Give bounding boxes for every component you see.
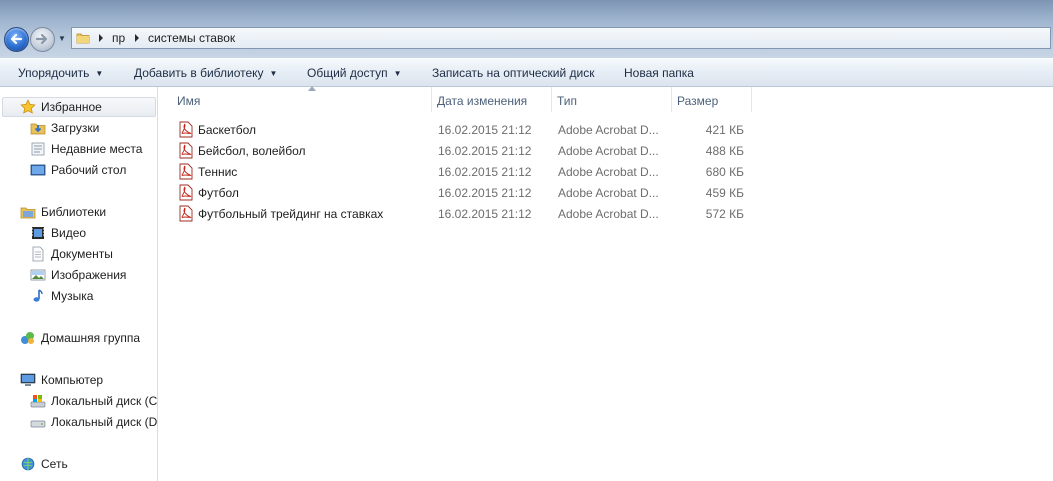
file-type: Adobe Acrobat D... (558, 186, 659, 200)
chevron-down-icon: ▼ (393, 69, 402, 78)
file-date: 16.02.2015 21:12 (438, 165, 532, 179)
new-folder-button[interactable]: Новая папка (624, 66, 694, 80)
music-note-icon (33, 289, 43, 302)
file-size: 572 КБ (705, 207, 744, 221)
file-type: Adobe Acrobat D... (558, 165, 659, 179)
column-header-label: Размер (677, 94, 719, 108)
nav-label: Библиотеки (41, 205, 107, 219)
downloads-folder-icon (30, 123, 46, 135)
column-header-date[interactable]: Дата изменения (432, 87, 552, 112)
file-date: 16.02.2015 21:12 (438, 123, 532, 137)
folder-icon (76, 33, 90, 44)
file-list: Имя Дата изменения Тип Размер Баскетбол … (159, 86, 1053, 481)
file-type: Adobe Acrobat D... (558, 144, 659, 158)
breadcrumb-item[interactable]: пр (112, 31, 125, 45)
command-bar: Упорядочить ▼ Добавить в библиотеку ▼ Общи… (0, 58, 1053, 87)
file-name: Футбольный трейдинг на ставках (198, 207, 384, 221)
nav-label: Рабочий стол (51, 163, 127, 177)
file-name: Баскетбол (198, 123, 256, 137)
documents-icon (32, 246, 44, 262)
back-arrow-icon (10, 33, 23, 45)
breadcrumb-item[interactable]: системы ставок (148, 31, 235, 45)
hard-drive-icon (30, 420, 46, 428)
pdf-file-icon (179, 163, 193, 180)
file-name: Бейсбол, волейбол (198, 144, 306, 158)
pdf-file-icon (179, 142, 193, 159)
star-icon (20, 99, 36, 114)
computer-icon (20, 373, 36, 386)
pdf-file-icon (179, 205, 193, 222)
pdf-file-icon (179, 121, 193, 138)
back-button[interactable] (4, 27, 29, 52)
nav-label: Локальный диск (C (51, 394, 158, 408)
nav-label: Загрузки (51, 121, 100, 135)
chevron-down-icon: ▼ (95, 69, 104, 78)
nav-label: Музыка (51, 289, 94, 303)
pdf-file-icon (179, 184, 193, 201)
title-bar: ▼ пр системы ставок (0, 0, 1053, 58)
column-header-type[interactable]: Тип (552, 87, 672, 112)
nav-label: Изображения (51, 268, 127, 282)
nav-label: Видео (51, 226, 87, 240)
nav-label: Избранное (41, 100, 102, 114)
network-icon (21, 457, 35, 471)
address-bar[interactable]: пр системы ставок (71, 27, 1051, 49)
images-icon (30, 269, 46, 281)
nav-label: Документы (51, 247, 113, 261)
add-to-library-button[interactable]: Добавить в библиотеку ▼ (134, 66, 277, 80)
navigation-pane: Избранное Загрузки Недавние места Рабочи… (0, 87, 158, 481)
file-date: 16.02.2015 21:12 (438, 186, 532, 200)
file-size: 459 КБ (705, 186, 744, 200)
add-to-library-label: Добавить в библиотеку (134, 66, 264, 80)
column-header-label: Дата изменения (437, 94, 528, 108)
recent-pages-dropdown[interactable]: ▼ (57, 34, 67, 44)
breadcrumb-arrow-icon[interactable] (134, 33, 140, 43)
column-header-size[interactable]: Размер (672, 87, 752, 112)
file-type: Adobe Acrobat D... (558, 207, 659, 221)
share-label: Общий доступ (307, 66, 388, 80)
sort-ascending-icon (308, 86, 316, 91)
burn-label: Записать на оптический диск (432, 66, 595, 80)
file-row[interactable]: Футбол 16.02.2015 21:12 Adobe Acrobat D.… (159, 183, 759, 204)
file-name: Футбол (198, 186, 239, 200)
file-type: Adobe Acrobat D... (558, 123, 659, 137)
recent-places-icon (31, 142, 45, 156)
file-date: 16.02.2015 21:12 (438, 144, 532, 158)
desktop-icon (30, 164, 46, 176)
file-size: 421 КБ (705, 123, 744, 137)
column-header-name[interactable]: Имя (172, 86, 432, 112)
file-row[interactable]: Футбольный трейдинг на ставках 16.02.201… (159, 204, 759, 225)
video-icon (32, 227, 44, 239)
share-button[interactable]: Общий доступ ▼ (307, 66, 402, 80)
forward-button[interactable] (30, 27, 55, 52)
nav-label: Сеть (41, 457, 68, 471)
nav-label: Недавние места (51, 142, 143, 156)
nav-label: Локальный диск (D (51, 415, 158, 429)
libraries-icon (20, 207, 36, 219)
file-name: Теннис (198, 165, 238, 179)
file-row[interactable]: Баскетбол 16.02.2015 21:12 Adobe Acrobat… (159, 120, 759, 141)
column-header-label: Имя (177, 94, 201, 108)
file-size: 488 КБ (705, 144, 744, 158)
forward-arrow-icon (35, 33, 48, 45)
file-date: 16.02.2015 21:12 (438, 207, 532, 221)
organize-button[interactable]: Упорядочить ▼ (18, 66, 103, 80)
organize-label: Упорядочить (18, 66, 90, 80)
file-row[interactable]: Бейсбол, волейбол 16.02.2015 21:12 Adobe… (159, 141, 759, 162)
file-size: 680 КБ (705, 165, 744, 179)
file-row[interactable]: Теннис 16.02.2015 21:12 Adobe Acrobat D.… (159, 162, 759, 183)
column-header-label: Тип (557, 94, 578, 108)
burn-button[interactable]: Записать на оптический диск (432, 66, 595, 80)
homegroup-icon (21, 332, 34, 344)
system-drive-icon (30, 395, 46, 408)
breadcrumb-arrow-icon[interactable] (98, 33, 104, 43)
new-folder-label: Новая папка (624, 66, 694, 80)
nav-label: Домашняя группа (41, 331, 141, 345)
chevron-down-icon: ▼ (269, 69, 278, 78)
nav-label: Компьютер (41, 373, 104, 387)
